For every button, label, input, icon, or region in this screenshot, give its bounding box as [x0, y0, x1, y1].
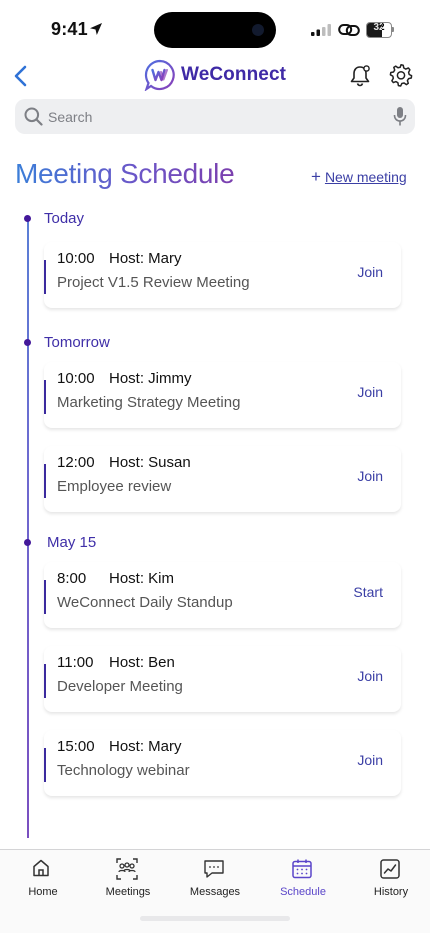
plus-icon: + — [311, 167, 321, 186]
tab-label: Schedule — [280, 886, 326, 898]
join-button[interactable]: Join — [357, 264, 383, 280]
brand-name: WeConnect — [181, 64, 287, 85]
meeting-title: Developer Meeting — [57, 678, 183, 695]
status-time: 9:41 — [51, 19, 88, 39]
join-button[interactable]: Join — [357, 668, 383, 684]
meeting-title: Marketing Strategy Meeting — [57, 394, 241, 411]
timeline-line — [27, 216, 29, 838]
day-label-today: Today — [44, 210, 85, 227]
tab-schedule[interactable]: Schedule — [260, 850, 346, 910]
meeting-time: 10:00 — [57, 250, 95, 267]
card-accent-bar — [44, 464, 46, 498]
start-button[interactable]: Start — [353, 584, 383, 600]
home-indicator — [140, 916, 290, 921]
meeting-time: 11:00 — [57, 654, 94, 671]
timeline-dot — [24, 215, 31, 222]
battery-level: 32 — [373, 22, 385, 33]
meeting-time: 10:00 — [57, 370, 95, 387]
card-accent-bar — [44, 380, 46, 414]
tab-label: Home — [28, 886, 58, 898]
meeting-card: 12:00 Host: Susan Employee review Join — [44, 446, 401, 512]
card-accent-bar — [44, 664, 46, 698]
meeting-time: 12:00 — [57, 454, 95, 471]
battery-icon: 32 — [366, 22, 392, 38]
meetings-icon — [116, 858, 138, 880]
meeting-host: Host: Mary — [109, 250, 182, 267]
meeting-card: 10:00 Host: Jimmy Marketing Strategy Mee… — [44, 362, 401, 428]
brand: WeConnect — [144, 58, 286, 92]
tab-home[interactable]: Home — [0, 850, 86, 910]
join-button[interactable]: Join — [357, 468, 383, 484]
new-meeting-button[interactable]: + New meeting — [311, 167, 407, 186]
day-label-may-15: May 15 — [47, 534, 97, 551]
meeting-card: 8:00 Host: Kim WeConnect Daily Standup S… — [44, 562, 401, 628]
search-icon — [24, 107, 43, 126]
meeting-title: Technology webinar — [57, 762, 190, 779]
calendar-icon — [292, 859, 312, 879]
back-chevron-icon[interactable] — [10, 62, 34, 90]
meeting-card: 10:00 Host: Mary Project V1.5 Review Mee… — [44, 242, 401, 308]
meeting-host: Host: Mary — [109, 738, 182, 755]
dynamic-island — [154, 12, 276, 48]
search-input[interactable] — [48, 99, 368, 134]
meeting-title: Project V1.5 Review Meeting — [57, 274, 250, 291]
tab-history[interactable]: History — [348, 850, 430, 910]
history-chart-icon — [380, 859, 400, 879]
card-accent-bar — [44, 580, 46, 614]
settings-gear-icon[interactable] — [389, 63, 413, 87]
day-label-tomorrow: Tomorrow — [44, 334, 110, 351]
meeting-host: Host: Ben — [109, 654, 175, 671]
meeting-host: Host: Susan — [109, 454, 191, 471]
meeting-host: Host: Jimmy — [109, 370, 192, 387]
meeting-title: WeConnect Daily Standup — [57, 594, 233, 611]
meeting-title: Employee review — [57, 478, 172, 495]
timeline-dot — [24, 339, 31, 346]
timeline-dot — [24, 539, 31, 546]
notification-bell-icon[interactable] — [348, 64, 372, 88]
battery-tip — [392, 27, 394, 32]
new-meeting-label: New meeting — [324, 169, 407, 185]
tab-messages[interactable]: Messages — [172, 850, 258, 910]
messages-icon — [204, 860, 224, 878]
card-accent-bar — [44, 748, 46, 782]
app-header: WeConnect — [0, 58, 430, 94]
meeting-time: 15:00 — [57, 738, 95, 755]
tab-label: Meetings — [105, 886, 151, 898]
tab-meetings[interactable]: Meetings — [85, 850, 171, 910]
weconnect-logo-icon — [144, 59, 175, 91]
microphone-icon[interactable] — [393, 106, 407, 127]
status-bar: 9:41 32 — [0, 0, 430, 54]
card-accent-bar — [44, 260, 46, 294]
tab-label: Messages — [189, 886, 241, 898]
tab-label: History — [373, 886, 409, 898]
location-arrow-icon — [90, 23, 102, 35]
cellular-signal-icon — [311, 24, 331, 36]
meeting-host: Host: Kim — [109, 570, 175, 587]
home-icon — [33, 859, 49, 877]
meeting-time: 8:00 — [57, 570, 87, 587]
link-icon — [338, 24, 360, 36]
meeting-card: 11:00 Host: Ben Developer Meeting Join — [44, 646, 401, 712]
search-bar — [15, 99, 415, 134]
join-button[interactable]: Join — [357, 752, 383, 768]
meeting-card: 15:00 Host: Mary Technology webinar Join — [44, 730, 401, 796]
join-button[interactable]: Join — [357, 384, 383, 400]
page-title: Meeting Schedule — [15, 158, 235, 189]
